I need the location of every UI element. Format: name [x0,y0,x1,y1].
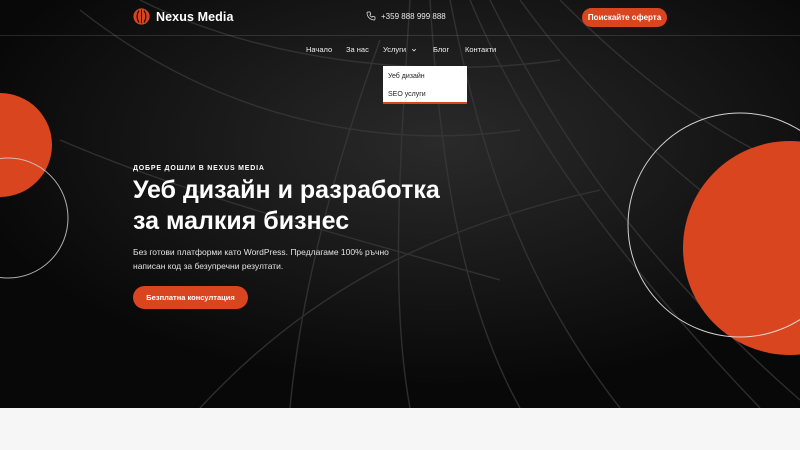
hero-subtext-line-2: написан код за безупречни резултати. [133,261,284,271]
phone-icon [366,11,376,21]
site-logo[interactable]: Nexus Media [133,8,234,25]
services-dropdown: Уеб дизайн SEO услуги [383,66,467,104]
hero-headline-line-1: Уеб дизайн и разработка [133,176,440,204]
nav-item-services[interactable]: Услуги [383,45,417,54]
dropdown-item-seo[interactable]: SEO услуги [388,91,426,98]
request-offer-button[interactable]: Поискайте оферта [582,8,667,27]
phone-number: +359 888 999 888 [381,11,446,21]
chevron-down-icon [412,48,417,51]
phone-link[interactable]: +359 888 999 888 [366,11,446,21]
hero-headline: Уеб дизайн и разработка за малкия бизнес [133,175,463,237]
dropdown-item-web-design[interactable]: Уеб дизайн [388,73,425,80]
logo-mark-icon [133,8,150,25]
hero-subtext-line-1: Без готови платформи като WordPress. Пре… [133,247,389,257]
hero-headline-line-2: за малкия бизнес [133,207,350,235]
top-bar: Nexus Media +359 888 999 888 Поискайте о… [0,0,800,36]
nav-item-about[interactable]: За нас [346,45,369,54]
nav-item-home[interactable]: Начало [306,45,332,54]
next-section [0,408,800,450]
nav-item-contacts[interactable]: Контакти [465,45,496,54]
brand-name: Nexus Media [156,9,234,24]
free-consultation-button[interactable]: Безплатна консултация [133,286,248,309]
nav-item-services-label: Услуги [383,45,407,54]
hero-subtext: Без готови платформи като WordPress. Пре… [133,245,403,273]
hero-eyebrow: ДОБРЕ ДОШЛИ В NEXUS MEDIA [133,165,265,172]
main-nav: Начало За нас Услуги Блог Контакти [0,45,800,57]
hero-section: Nexus Media +359 888 999 888 Поискайте о… [0,0,800,408]
nav-item-blog[interactable]: Блог [433,45,449,54]
